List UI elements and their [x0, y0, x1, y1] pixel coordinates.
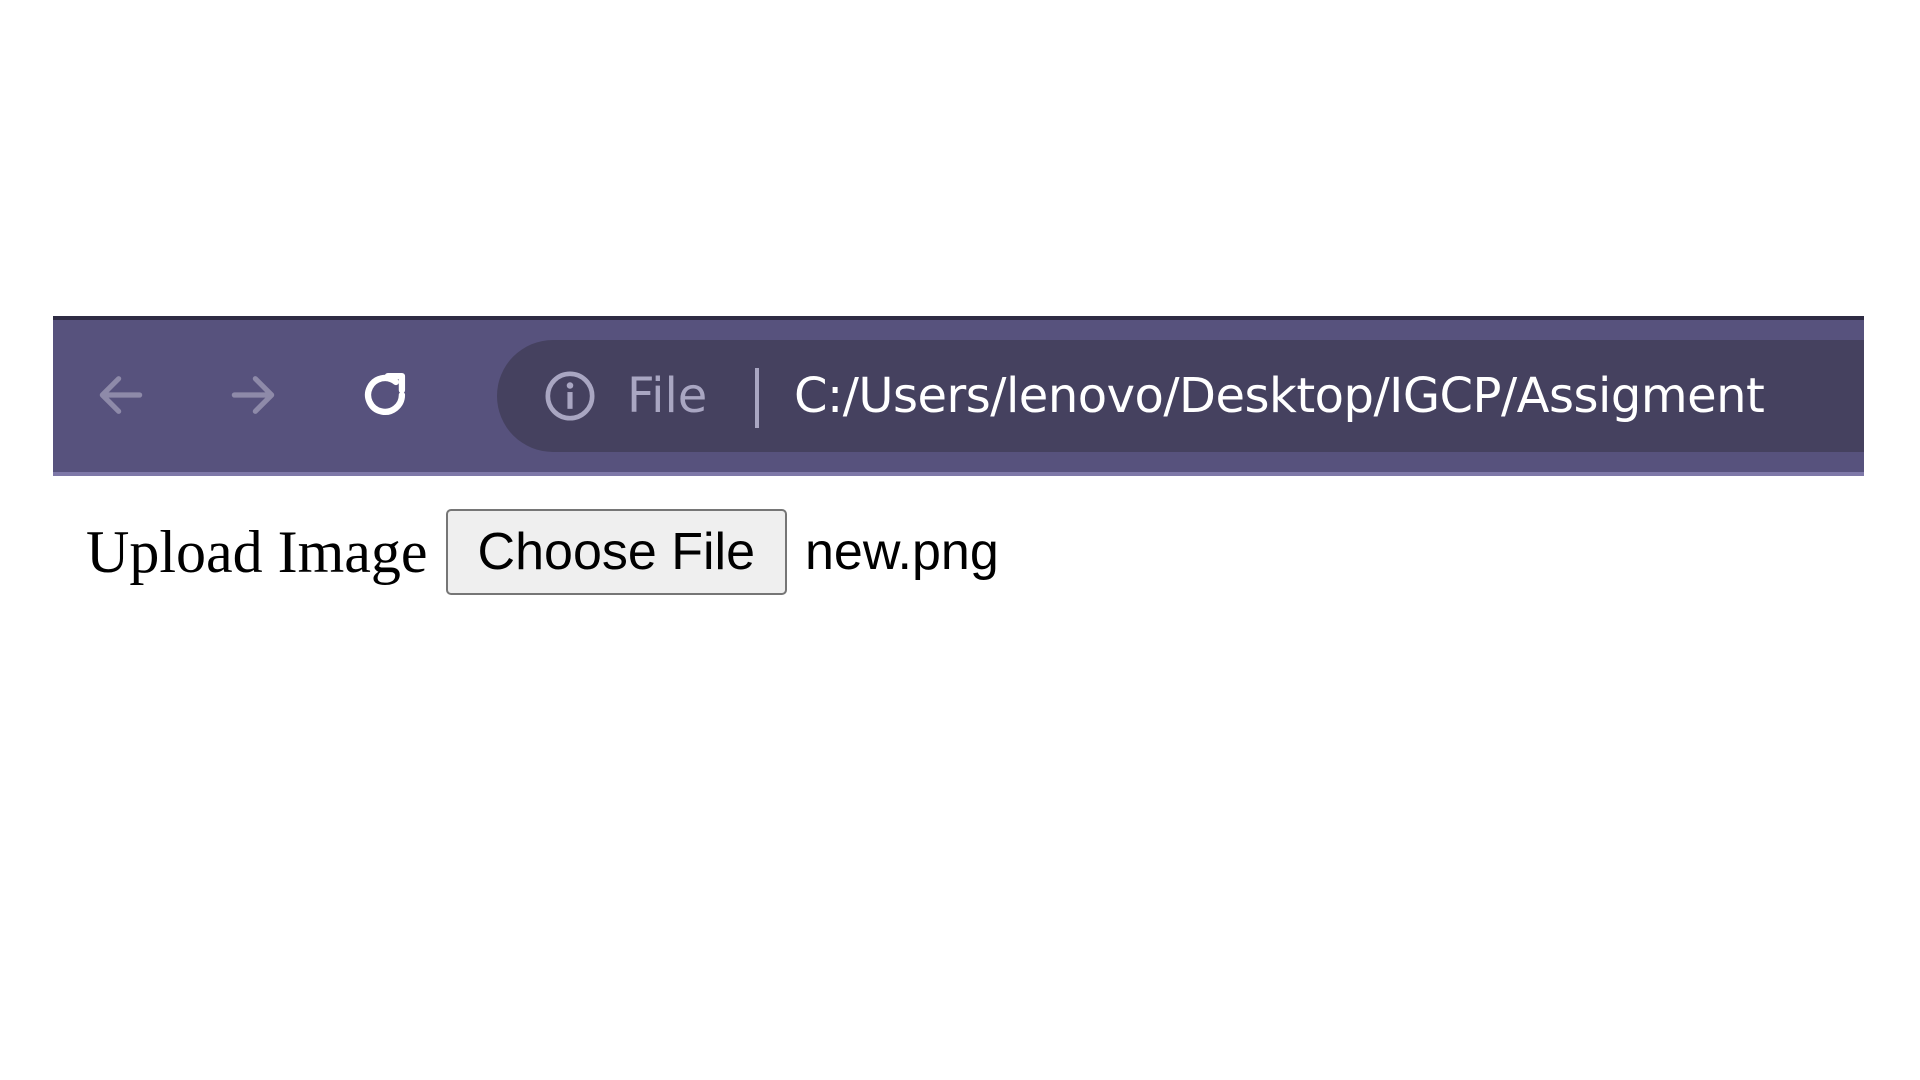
upload-form: Upload Image Choose File new.png — [86, 507, 999, 597]
address-divider — [755, 368, 759, 428]
arrow-right-icon — [225, 367, 281, 423]
choose-file-button[interactable]: Choose File — [445, 509, 788, 595]
info-icon[interactable] — [541, 367, 599, 425]
reload-icon — [356, 366, 414, 424]
forward-button[interactable] — [218, 360, 288, 430]
upload-label: Upload Image — [86, 518, 428, 585]
url-scheme-label: File — [627, 368, 708, 424]
arrow-left-icon — [93, 367, 149, 423]
browser-toolbar: File C:/Users/lenovo/Desktop/IGCP/Assigm… — [53, 316, 1864, 476]
reload-button[interactable] — [350, 360, 420, 430]
url-text[interactable]: C:/Users/lenovo/Desktop/IGCP/Assigment — [794, 340, 1765, 452]
address-bar[interactable]: File C:/Users/lenovo/Desktop/IGCP/Assigm… — [497, 340, 1864, 452]
screenshot-canvas: File C:/Users/lenovo/Desktop/IGCP/Assigm… — [0, 0, 1920, 1080]
back-button[interactable] — [86, 360, 156, 430]
selected-file-name: new.png — [805, 523, 999, 581]
browser-chrome-crop: File C:/Users/lenovo/Desktop/IGCP/Assigm… — [53, 316, 1864, 476]
